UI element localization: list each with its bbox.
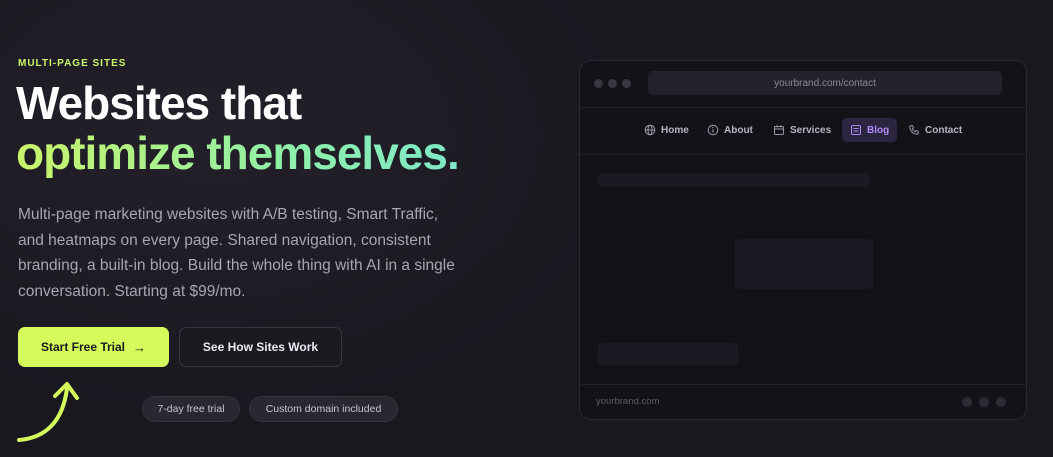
window-dot (622, 79, 631, 88)
mock-footer: yourbrand.com (580, 384, 1026, 419)
window-dot (608, 79, 617, 88)
calendar-icon (773, 124, 785, 136)
browser-toolbar: yourbrand.com/contact (580, 61, 1026, 108)
window-dot (594, 79, 603, 88)
nav-label: About (724, 124, 753, 136)
hero-title-line2: optimize themselves. (16, 127, 460, 179)
blog-icon (850, 124, 862, 136)
see-how-sites-work-label: See How Sites Work (202, 340, 319, 354)
address-bar: yourbrand.com/contact (648, 71, 1002, 95)
eyebrow-label: MULTI-PAGE SITES (18, 58, 127, 69)
start-free-trial-button[interactable]: Start Free Trial → (18, 327, 169, 367)
nav-item-blog: Blog (842, 118, 898, 142)
nav-label: Services (790, 124, 832, 136)
nav-item-contact: Contact (908, 118, 962, 142)
placeholder-block (735, 239, 873, 289)
start-free-trial-label: Start Free Trial (40, 340, 126, 354)
social-dot (996, 397, 1006, 407)
nav-item-services: Services (773, 118, 831, 142)
hero-title-line1: Websites that (16, 77, 302, 129)
placeholder-block (598, 343, 738, 365)
info-icon (707, 124, 719, 136)
mock-site-nav: Home About Services Blog Contact (580, 108, 1026, 155)
globe-icon (644, 124, 656, 136)
nav-label: Home (661, 124, 689, 136)
social-dot (962, 397, 972, 407)
placeholder-block (598, 173, 870, 187)
badge-free-trial: 7-day free trial (142, 396, 240, 422)
nav-item-about: About (707, 118, 753, 142)
arrow-right-icon: → (133, 339, 147, 355)
see-how-sites-work-button[interactable]: See How Sites Work (179, 327, 342, 367)
hero-description: Multi-page marketing websites with A/B t… (18, 206, 455, 300)
footer-domain: yourbrand.com (596, 396, 660, 407)
browser-mockup: yourbrand.com/contact Home About Service… (579, 60, 1027, 420)
nav-label: Blog (867, 124, 890, 136)
hero-title: Websites that optimize themselves. (16, 77, 460, 179)
social-dot (979, 397, 989, 407)
phone-icon (908, 124, 920, 136)
badge-custom-domain: Custom domain included (249, 396, 398, 422)
nav-label: Contact (925, 124, 963, 136)
curved-arrow-icon (17, 382, 79, 442)
nav-item-home: Home (644, 118, 689, 142)
